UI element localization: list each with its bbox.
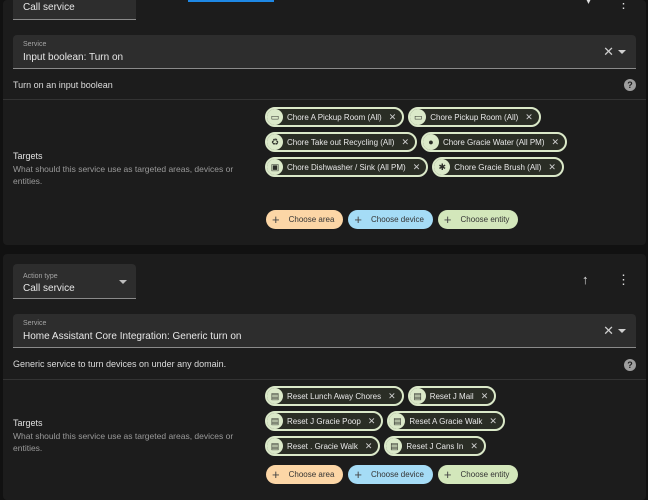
action-card-2: Action type Call service ↑ ⋮ Service Hom… [3, 254, 646, 500]
chip-row: ▤ Reset Lunch Away Chores ✕ ▤ Reset J Mail ✕ [265, 386, 610, 406]
script-icon: ▤ [267, 388, 283, 404]
close-icon[interactable]: ✕ [365, 441, 373, 452]
close-icon[interactable]: ✕ [525, 112, 533, 123]
service-value: Home Assistant Core Integration: Generic… [23, 331, 242, 342]
choose-entity-button[interactable]: + Choose entity [437, 210, 519, 229]
recycle-icon: ♻ [267, 134, 283, 150]
plus-icon: + [354, 212, 362, 227]
choose-device-button[interactable]: + Choose device [348, 210, 433, 229]
service-description: Turn on an input boolean [13, 80, 113, 90]
script-icon: ▤ [409, 388, 426, 404]
paw-icon: ✱ [434, 159, 451, 175]
close-icon[interactable]: ✕ [489, 416, 497, 427]
plus-icon: + [272, 467, 280, 482]
chip-row: ▤ Reset . Gracie Walk ✕ ▤ Reset J Cans In ✕ [265, 436, 610, 456]
service-label: Service [23, 41, 47, 48]
divider [3, 99, 646, 100]
choose-entity-button[interactable]: + Choose entity [437, 465, 519, 484]
entity-chip[interactable]: ● Chore Gracie Water (All PM) ✕ [421, 132, 568, 152]
target-chips: ▭ Chore A Pickup Room (All) ✕ ▭ Chore Picku… [265, 107, 610, 182]
service-field[interactable]: Service Input boolean: Turn on ✕ [13, 35, 636, 69]
plus-icon: + [443, 467, 452, 482]
chevron-down-icon [119, 280, 127, 284]
script-icon: ▤ [267, 438, 283, 454]
targets-description: What should this service use as targeted… [13, 431, 234, 453]
target-chips: ▤ Reset Lunch Away Chores ✕ ▤ Reset J Mail ✕… [265, 386, 610, 461]
service-label: Service [23, 320, 47, 327]
entity-chip[interactable]: ✱ Chore Gracie Brush (All) ✕ [432, 157, 564, 177]
entity-chip[interactable]: ♻ Chore Take out Recycling (All) ✕ [265, 132, 417, 152]
target-pickers: + Choose area + Choose device + Choose enti… [266, 210, 519, 229]
choose-area-button[interactable]: + Choose area [266, 465, 344, 484]
action-type-label: Action type [23, 273, 58, 280]
service-field[interactable]: Service Home Assistant Core Integration:… [13, 314, 636, 348]
close-icon[interactable]: ✕ [401, 137, 409, 148]
plus-icon: + [354, 467, 362, 482]
bed-icon: ▭ [410, 109, 427, 125]
move-up-icon[interactable]: ↑ [582, 273, 589, 286]
close-icon[interactable]: ✕ [389, 112, 397, 123]
choose-area-button[interactable]: + Choose area [266, 210, 344, 229]
script-icon: ▤ [389, 413, 406, 429]
chip-row: ▭ Chore A Pickup Room (All) ✕ ▭ Chore Picku… [265, 107, 610, 127]
entity-chip[interactable]: ▭ Chore A Pickup Room (All) ✕ [265, 107, 405, 127]
chevron-down-icon[interactable] [618, 329, 626, 333]
more-icon[interactable]: ⋮ [617, 0, 630, 10]
action-type-value: Call service [23, 283, 75, 294]
close-icon[interactable]: ✕ [481, 391, 489, 402]
targets-title: Targets [13, 418, 43, 428]
script-icon: ▤ [267, 413, 283, 429]
entity-chip[interactable]: ▤ Reset Lunch Away Chores ✕ [265, 386, 404, 406]
close-icon[interactable]: ✕ [470, 441, 478, 452]
help-icon[interactable]: ? [624, 79, 636, 91]
entity-chip[interactable]: ▤ Reset . Gracie Walk ✕ [265, 436, 381, 456]
chevron-down-icon[interactable] [618, 50, 626, 54]
close-icon[interactable]: ✕ [548, 162, 556, 173]
action-type-value: Call service [23, 2, 75, 13]
help-icon[interactable]: ? [624, 359, 636, 371]
entity-chip[interactable]: ▤ Reset J Cans In ✕ [384, 436, 486, 456]
target-pickers: + Choose area + Choose device + Choose enti… [266, 465, 519, 484]
close-icon[interactable]: ✕ [388, 391, 396, 402]
plus-icon: + [443, 212, 452, 227]
entity-chip[interactable]: ▤ Reset A Gracie Walk ✕ [387, 411, 505, 431]
action-type-select[interactable]: Call service [13, 0, 136, 20]
plus-icon: + [272, 212, 280, 227]
chip-row: ▣ Chore Dishwasher / Sink (All PM) ✕ ✱ Chor… [265, 157, 610, 177]
script-icon: ▤ [386, 438, 403, 454]
divider [3, 379, 646, 380]
close-icon[interactable]: ✕ [552, 137, 560, 148]
chip-row: ▤ Reset J Gracie Poop ✕ ▤ Reset A Gracie Wa… [265, 411, 610, 431]
active-tab-indicator [188, 0, 274, 2]
entity-chip[interactable]: ▤ Reset J Gracie Poop ✕ [265, 411, 384, 431]
chevron-down-icon[interactable]: ▾ [586, 0, 591, 8]
clear-icon[interactable]: ✕ [603, 45, 614, 58]
targets-title: Targets [13, 151, 43, 161]
chip-row: ♻ Chore Take out Recycling (All) ✕ ● Chore … [265, 132, 610, 152]
entity-chip[interactable]: ▣ Chore Dishwasher / Sink (All PM) ✕ [265, 157, 429, 177]
close-icon[interactable]: ✕ [368, 416, 376, 427]
water-drop-icon: ● [423, 134, 439, 150]
service-value: Input boolean: Turn on [23, 52, 124, 63]
clear-icon[interactable]: ✕ [603, 324, 614, 337]
choose-device-button[interactable]: + Choose device [348, 465, 433, 484]
close-icon[interactable]: ✕ [413, 162, 421, 173]
bed-icon: ▭ [267, 109, 283, 125]
entity-chip[interactable]: ▭ Chore Pickup Room (All) ✕ [408, 107, 541, 127]
action-card-1: Call service ⋮ ▾ Service Input boolean: … [3, 0, 646, 245]
targets-description: What should this service use as targeted… [13, 164, 234, 186]
dishwasher-icon: ▣ [267, 159, 283, 175]
more-icon[interactable]: ⋮ [617, 273, 630, 286]
service-description: Generic service to turn devices on under… [13, 359, 227, 369]
entity-chip[interactable]: ▤ Reset J Mail ✕ [407, 386, 497, 406]
action-type-select[interactable]: Action type Call service [13, 264, 136, 299]
